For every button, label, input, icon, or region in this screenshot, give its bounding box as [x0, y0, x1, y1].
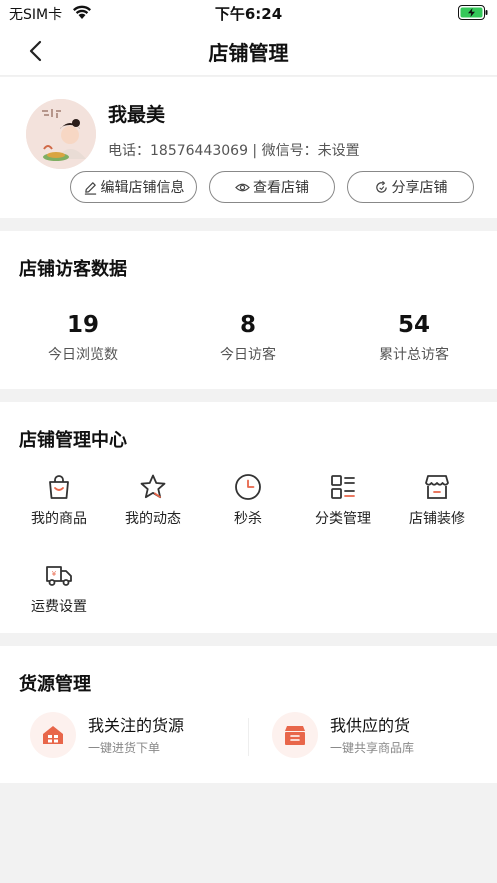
- supply-management-title: 货源管理: [19, 674, 91, 695]
- star-icon: [140, 474, 166, 499]
- page-title: 店铺管理: [208, 41, 289, 65]
- grid-item-my-posts[interactable]: 我的动态: [108, 473, 198, 528]
- grid-item-shop-decoration[interactable]: 店铺装修: [392, 473, 482, 528]
- shop-actions: 编辑店铺信息 查看店铺 分享店铺: [70, 171, 474, 203]
- grid-item-category-management[interactable]: 分类管理: [298, 473, 388, 528]
- battery-charging-icon: [458, 5, 488, 20]
- svg-text:¥: ¥: [52, 570, 57, 578]
- shop-name: 我最美: [108, 104, 166, 126]
- stat-today-views: 19 今日浏览数: [3, 311, 163, 364]
- stat-label: 今日访客: [220, 347, 276, 363]
- grid-label: 运费设置: [31, 599, 87, 615]
- visitor-stats-title: 店铺访客数据: [19, 259, 127, 280]
- shop-profile-card: 我最美 电话：18576443069 | 微信号：未设置 编辑店铺信息 查看店铺…: [0, 77, 497, 218]
- management-center-title: 店铺管理中心: [19, 430, 127, 451]
- avatar[interactable]: [26, 99, 96, 169]
- supply-management-card: 货源管理 我关注的货源 一键进货下单 我供应的货 一键共享商品库: [0, 646, 497, 783]
- stat-value: 8: [239, 312, 256, 338]
- share-icon: [375, 180, 387, 193]
- grid-label: 分类管理: [315, 511, 371, 527]
- grid-label: 我的动态: [125, 511, 181, 527]
- stat-total-visitors: 54 累计总访客: [334, 311, 494, 364]
- shopping-bag-icon: [49, 475, 69, 499]
- house-icon: [43, 726, 63, 744]
- view-shop-label: 查看店铺: [253, 180, 309, 196]
- view-shop-button[interactable]: 查看店铺: [209, 171, 335, 203]
- supply-followed-sources[interactable]: 我关注的货源 一键进货下单: [30, 712, 230, 762]
- supply-my-supplies[interactable]: 我供应的货 一键共享商品库: [272, 712, 472, 762]
- visitor-stats-card: 店铺访客数据 19 今日浏览数 8 今日访客 54 累计总访客: [0, 231, 497, 389]
- edit-shop-label: 编辑店铺信息: [100, 180, 185, 196]
- stat-value: 19: [66, 312, 99, 338]
- management-center-card: 店铺管理中心 我的商品 我的动态 秒杀 分类管理 店铺装修 ¥ 运费设置: [0, 402, 497, 633]
- share-shop-label: 分享店铺: [391, 180, 448, 196]
- category-list-icon: [331, 475, 355, 499]
- supply-icon-bg: [30, 712, 76, 758]
- stat-label: 今日浏览数: [48, 347, 118, 363]
- stat-value: 54: [397, 312, 430, 338]
- supply-item-subtitle: 一键进货下单: [88, 741, 161, 755]
- nav-bar: 店铺管理: [0, 26, 497, 76]
- supply-item-title: 我供应的货: [330, 716, 411, 735]
- box-icon: [285, 726, 305, 745]
- grid-label: 秒杀: [234, 511, 262, 527]
- grid-label: 我的商品: [31, 511, 87, 527]
- storefront-icon: [425, 475, 449, 499]
- grid-item-flash-sale[interactable]: 秒杀: [203, 473, 293, 528]
- status-bar: 无SIM卡 下午6:24: [0, 0, 497, 26]
- stat-label: 累计总访客: [379, 347, 449, 363]
- edit-icon: [84, 181, 96, 195]
- eye-icon: [235, 183, 250, 191]
- avatar-illustration: [26, 99, 96, 169]
- supply-item-subtitle: 一键共享商品库: [330, 741, 415, 755]
- shop-contact-info: 电话：18576443069 | 微信号：未设置: [108, 143, 360, 159]
- stat-today-visitors: 8 今日访客: [168, 311, 328, 364]
- edit-shop-button[interactable]: 编辑店铺信息: [70, 171, 197, 203]
- delivery-truck-icon: ¥: [46, 566, 72, 586]
- status-time: 下午6:24: [214, 5, 283, 23]
- grid-label: 店铺装修: [409, 511, 465, 527]
- supply-divider: [248, 718, 249, 756]
- supply-icon-bg: [272, 712, 318, 758]
- supply-item-title: 我关注的货源: [88, 716, 185, 735]
- grid-item-shipping-settings[interactable]: ¥ 运费设置: [14, 561, 104, 616]
- grid-item-my-products[interactable]: 我的商品: [14, 473, 104, 528]
- share-shop-button[interactable]: 分享店铺: [347, 171, 474, 203]
- clock-icon: [235, 474, 261, 500]
